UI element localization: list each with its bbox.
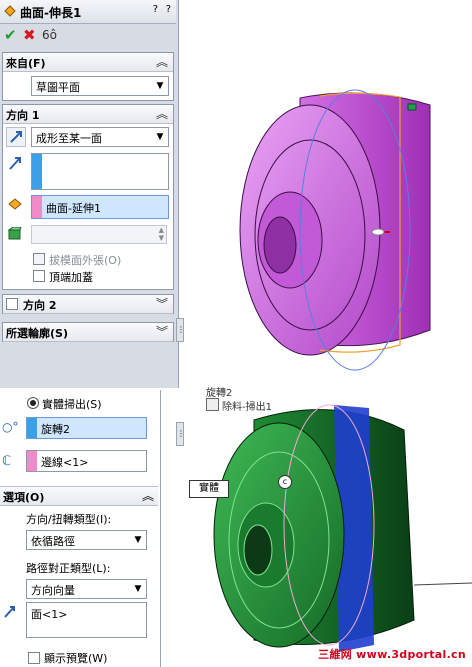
whats-wrong-icon[interactable]: ? [166, 4, 171, 15]
path-alignment-select[interactable]: 方向向量 ▼ [26, 579, 147, 599]
watermark: 三維网 www.3dportal.cn [318, 648, 466, 661]
selection-color-stripe [32, 196, 42, 218]
end-condition-select[interactable]: 成形至某一面 ▼ [31, 127, 169, 147]
draft-angle-spinbox[interactable]: ▲ ▼ [31, 225, 167, 244]
pink-part-model[interactable] [239, 89, 431, 371]
feature-title: 曲面-伸長1 [20, 6, 82, 20]
from-start-condition-select[interactable]: 草圖平面 ▼ [31, 76, 169, 96]
dropdown-arrow-icon[interactable]: ▼ [152, 77, 168, 95]
orientation-type-label: 方向/扭轉類型(I): [26, 513, 112, 526]
selection-color-stripe [27, 418, 37, 438]
cap-end-checkbox[interactable] [33, 270, 45, 282]
direction2-group-header[interactable]: 方向 2 ︾ [3, 295, 173, 314]
selected-contours-header[interactable]: 所選輪廓(S) ︾ [3, 323, 173, 342]
collapse-chevron-icon[interactable]: ︽ [156, 53, 168, 70]
tree-item-revolve2[interactable]: 旋轉2 [206, 384, 232, 399]
face-selection-icon [8, 198, 22, 213]
draft-icon [7, 226, 22, 244]
expand-chevron-icon[interactable]: ︾ [156, 323, 168, 340]
cut-sweep-icon [206, 398, 219, 411]
face-selection-box[interactable]: 曲面-延伸1 [31, 195, 169, 219]
direction2-checkbox[interactable] [6, 298, 18, 310]
panel-splitter-handle[interactable]: ⋮ [176, 422, 185, 446]
direction1-group: 方向 1 ︽ 成形至某一面 ▼ 曲面-延伸1 ▲ ▼ 拔模面外張(O) 頂端加蓋 [2, 104, 174, 290]
direction-vector-icon [4, 604, 16, 621]
dropdown-arrow-icon[interactable]: ▼ [130, 531, 146, 549]
path-alignment-label: 路徑對正類型(L): [26, 562, 111, 575]
orientation-type-select[interactable]: 依循路徑 ▼ [26, 530, 147, 550]
help-icon[interactable]: ? [153, 4, 158, 15]
spin-arrows-icon[interactable]: ▲ ▼ [159, 226, 164, 242]
surface-extrude-property-manager: 曲面-伸長1 ? ? ✔ ✖ 6ô 來自(F) ︽ 草圖平面 ▼ 方向 1 ︽ … [0, 0, 179, 388]
ok-check-icon[interactable]: ✔ [4, 26, 17, 44]
collapse-chevron-icon[interactable]: ︽ [142, 487, 154, 504]
confirm-bar: ✔ ✖ 6ô [0, 24, 176, 48]
path-selection-box[interactable]: 邊線<1> [26, 450, 147, 472]
dropdown-arrow-icon[interactable]: ▼ [152, 128, 168, 146]
body-callout[interactable]: 實體 [189, 480, 229, 498]
solid-sweep-label: 實體掃出(S) [42, 398, 102, 411]
property-manager-title-bar: 曲面-伸長1 ? ? [0, 0, 176, 24]
reverse-direction-icon[interactable] [6, 127, 26, 147]
path-marker-callout[interactable]: c [278, 475, 292, 489]
surface-extrude-icon [4, 5, 16, 17]
cap-end-label: 頂端加蓋 [49, 271, 93, 284]
show-preview-checkbox[interactable] [28, 652, 40, 664]
solid-sweep-radio[interactable] [27, 397, 39, 409]
graphics-viewport-top[interactable] [180, 0, 472, 388]
graphics-viewport-bottom[interactable] [184, 390, 472, 667]
dropdown-arrow-icon[interactable]: ▼ [130, 580, 146, 598]
direction2-group: 方向 2 ︾ [2, 294, 174, 314]
tool-body-selection-box[interactable]: 旋轉2 [26, 417, 147, 439]
from-group-header[interactable]: 來自(F) ︽ [3, 53, 173, 72]
tool-body-icon: ○° [2, 420, 19, 434]
options-group-header[interactable]: 選項(O) ︽ [0, 486, 158, 506]
selected-contours-group: 所選輪廓(S) ︾ [2, 322, 174, 342]
direction-vector-icon [8, 155, 22, 174]
green-part-model[interactable] [213, 404, 472, 652]
direction-vector-face-box[interactable]: 面<1> [26, 602, 147, 638]
cancel-x-icon[interactable]: ✖ [23, 26, 36, 44]
show-preview-label: 顯示預覽(W) [44, 652, 108, 665]
selection-color-stripe [27, 451, 37, 471]
direction1-group-header[interactable]: 方向 1 ︽ [3, 105, 173, 124]
tree-item-cut-sweep[interactable]: 除料-掃出1 [222, 398, 272, 413]
from-group: 來自(F) ︽ 草圖平面 ▼ [2, 52, 174, 101]
collapse-chevron-icon[interactable]: ︽ [156, 105, 168, 122]
direction-vector-selection-box[interactable] [31, 153, 169, 190]
selection-color-stripe [32, 154, 42, 189]
feature-tree-fragment: 旋轉2 除料-掃出1 [196, 384, 296, 418]
draft-outward-label: 拔模面外張(O) [49, 254, 122, 267]
path-icon: ℂ [2, 454, 12, 469]
expand-chevron-icon[interactable]: ︾ [156, 295, 168, 312]
sweep-property-manager: 實體掃出(S) ○° 旋轉2 ℂ 邊線<1> 選項(O) ︽ 方向/扭轉類型(I… [0, 390, 161, 667]
draft-outward-checkbox[interactable] [33, 253, 45, 265]
detailed-preview-icon[interactable]: 6ô [42, 28, 57, 42]
